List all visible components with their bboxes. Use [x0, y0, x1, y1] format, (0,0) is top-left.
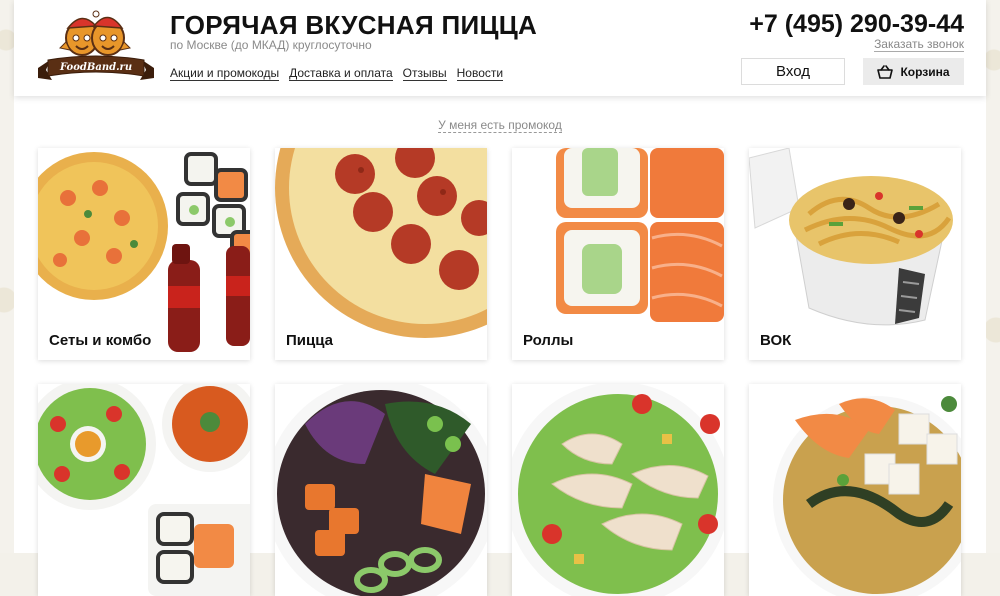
- menu-link-news[interactable]: Новости: [456, 66, 504, 81]
- category-grid: Сеты и комбо Пицца Роллы ВОК: [38, 148, 962, 596]
- menu-link-promotions[interactable]: Акции и промокоды: [170, 66, 280, 81]
- category-card-rolls[interactable]: Роллы: [512, 148, 724, 360]
- category-label: ВОК: [760, 332, 792, 349]
- cart-button[interactable]: Корзина: [863, 58, 964, 85]
- page-title: ГОРЯЧАЯ ВКУСНАЯ ПИЦЦА: [170, 10, 538, 40]
- poke-bowl-image: [275, 384, 487, 596]
- category-card-5[interactable]: [38, 384, 250, 596]
- category-label: Роллы: [523, 332, 574, 349]
- category-label: Пицца: [286, 332, 333, 349]
- promo-code-row: У меня есть промокод: [14, 116, 986, 134]
- category-card-sets[interactable]: Сеты и комбо: [38, 148, 250, 360]
- salad-soup-image: [38, 384, 250, 596]
- promo-code-link[interactable]: У меня есть промокод: [438, 118, 562, 133]
- menu-link-delivery[interactable]: Доставка и оплата: [289, 66, 393, 81]
- phone-number[interactable]: +7 (495) 290-39-44: [749, 10, 964, 39]
- menu-link-reviews[interactable]: Отзывы: [402, 66, 447, 81]
- delivery-subtitle: по Москве (до МКАД) круглосуточно: [170, 38, 372, 52]
- category-card-wok[interactable]: ВОК: [749, 148, 961, 360]
- rolls-image: [556, 148, 724, 322]
- category-label: Сеты и комбо: [49, 332, 152, 349]
- caesar-salad-image: [512, 384, 724, 596]
- cart-label: Корзина: [900, 64, 950, 79]
- category-card-8[interactable]: [749, 384, 961, 596]
- site-logo[interactable]: FoodBand.ru: [36, 8, 156, 84]
- callback-link[interactable]: Заказать звонок: [874, 38, 964, 52]
- category-card-6[interactable]: [275, 384, 487, 596]
- login-button[interactable]: Вход: [741, 58, 845, 85]
- sets-combo-image: [38, 152, 250, 352]
- miso-soup-image: [773, 396, 961, 596]
- page: FoodBand.ru ГОРЯЧАЯ ВКУСНАЯ ПИЦЦА по Мос…: [14, 0, 986, 596]
- site-header: FoodBand.ru ГОРЯЧАЯ ВКУСНАЯ ПИЦЦА по Мос…: [14, 0, 986, 96]
- category-card-7[interactable]: [512, 384, 724, 596]
- basket-icon: [877, 64, 894, 79]
- wok-image: [749, 148, 953, 326]
- pizza-image: [275, 148, 487, 338]
- category-card-pizza[interactable]: Пицца: [275, 148, 487, 360]
- top-menu: Акции и промокоды Доставка и оплата Отзы…: [170, 66, 504, 81]
- logo-text: FoodBand.ru: [60, 62, 133, 73]
